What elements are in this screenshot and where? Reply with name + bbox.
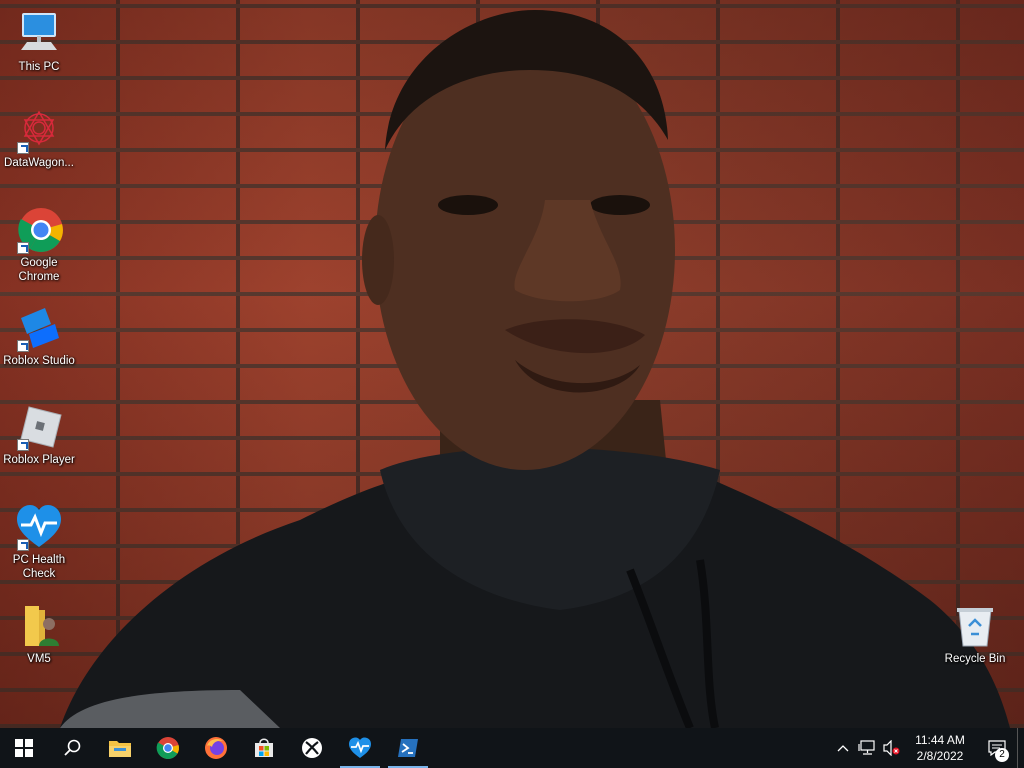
desktop-icon-label: Roblox Player xyxy=(3,454,75,466)
datawagon-icon xyxy=(15,106,63,154)
desktop-icon-label: PC Health Check xyxy=(12,554,66,580)
desktop-icon-roblox-player[interactable]: Roblox Player xyxy=(1,403,77,467)
chrome-icon xyxy=(156,737,179,759)
shortcut-arrow-icon xyxy=(17,142,29,154)
shortcut-arrow-icon xyxy=(17,439,29,451)
pc-health-check-icon xyxy=(15,503,63,551)
desktop-icon-label: Google Chrome xyxy=(18,257,60,283)
desktop-icon-label: This PC xyxy=(18,61,60,73)
notification-count-badge: 2 xyxy=(995,748,1009,762)
volume-muted-icon xyxy=(883,740,900,756)
taskbar-microsoft-store[interactable] xyxy=(240,728,288,768)
search-icon xyxy=(64,739,81,756)
roblox-studio-icon xyxy=(15,304,63,352)
desktop-wallpaper xyxy=(0,0,1024,728)
firefox-icon xyxy=(205,737,227,759)
desktop-icon-vm5[interactable]: VM5 xyxy=(1,602,77,666)
vm5-folder-icon xyxy=(15,602,63,650)
this-pc-icon xyxy=(15,10,63,58)
wallpaper-person-photo xyxy=(60,10,1010,728)
desktop-icon-google-chrome[interactable]: Google Chrome xyxy=(1,206,77,284)
shortcut-arrow-icon xyxy=(17,242,29,254)
chevron-up-icon xyxy=(837,745,849,752)
desktop-icon-label: Roblox Studio xyxy=(3,355,75,367)
taskbar-file-explorer[interactable] xyxy=(96,728,144,768)
taskbar-clock[interactable]: 11:44 AM 2/8/2022 xyxy=(903,732,977,764)
recycle-bin-icon xyxy=(951,602,999,650)
desktop-icon-recycle-bin[interactable]: Recycle Bin xyxy=(937,602,1013,666)
powershell-icon xyxy=(398,739,418,757)
desktop-icon-label: Recycle Bin xyxy=(944,653,1006,665)
clock-date: 2/8/2022 xyxy=(916,749,964,763)
action-center-button[interactable]: 2 xyxy=(977,728,1017,768)
chrome-icon xyxy=(15,206,63,254)
xbox-icon xyxy=(302,738,322,758)
taskbar-powershell[interactable] xyxy=(384,728,432,768)
desktop-icon-label: DataWagon... xyxy=(4,157,74,169)
taskbar: 11:44 AM 2/8/2022 2 xyxy=(0,728,1024,768)
desktop-icon-this-pc[interactable]: This PC xyxy=(1,10,77,74)
desktop-icon-datawagon[interactable]: DataWagon... xyxy=(1,106,77,170)
show-desktop-button[interactable] xyxy=(1017,728,1024,768)
taskbar-chrome[interactable] xyxy=(144,728,192,768)
search-button[interactable] xyxy=(48,728,96,768)
start-button[interactable] xyxy=(0,728,48,768)
clock-time: 11:44 AM xyxy=(915,733,965,747)
taskbar-pc-health-check[interactable] xyxy=(336,728,384,768)
network-button[interactable] xyxy=(855,728,879,768)
desktop-icon-pc-health-check[interactable]: PC Health Check xyxy=(1,503,77,581)
taskbar-firefox[interactable] xyxy=(192,728,240,768)
desktop-icon-label: VM5 xyxy=(27,653,51,665)
taskbar-xbox[interactable] xyxy=(288,728,336,768)
heart-pulse-icon xyxy=(349,737,371,758)
show-hidden-icons-button[interactable] xyxy=(831,728,855,768)
windows-icon xyxy=(15,739,33,757)
system-tray: 11:44 AM 2/8/2022 2 xyxy=(831,728,1024,768)
desktop-icon-roblox-studio[interactable]: Roblox Studio xyxy=(1,304,77,368)
volume-button[interactable] xyxy=(879,728,903,768)
shortcut-arrow-icon xyxy=(17,340,29,352)
shortcut-arrow-icon xyxy=(17,539,29,551)
folder-icon xyxy=(109,741,131,757)
store-icon xyxy=(255,738,273,757)
network-icon xyxy=(858,740,875,755)
roblox-player-icon xyxy=(15,403,63,451)
